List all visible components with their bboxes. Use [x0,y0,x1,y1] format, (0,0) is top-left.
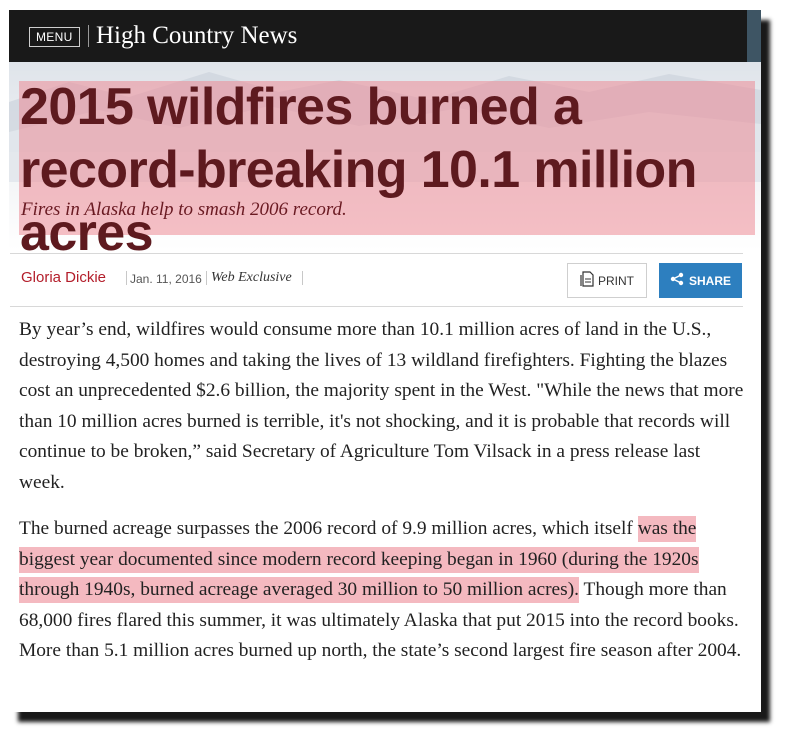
print-button[interactable]: PRINT [567,263,647,298]
edge-tab [747,10,761,62]
menu-button[interactable]: MENU [29,27,80,47]
article-headline: 2015 wildfires burned a record-breaking … [20,78,697,262]
site-title[interactable]: High Country News [96,21,297,51]
site-header: MENU High Country News [9,10,761,62]
share-label: SHARE [688,273,731,288]
publish-date: Jan. 11, 2016 [130,272,202,286]
byline-separator [126,271,127,285]
print-label: PRINT [598,273,634,288]
share-button[interactable]: SHARE [659,263,742,298]
byline-top-rule [10,253,743,254]
author-link[interactable]: Gloria Dickie [21,268,106,288]
share-icon [670,272,684,289]
document-icon [580,271,594,290]
byline-separator [302,271,303,285]
article-paragraph: The burned acreage surpasses the 2006 re… [19,514,747,667]
byline-separator [206,271,207,285]
byline-bottom-rule [10,306,743,307]
section-label: Web Exclusive [211,270,292,285]
paragraph-text: The burned acreage surpasses the 2006 re… [19,518,638,539]
article-subhead: Fires in Alaska help to smash 2006 recor… [21,199,347,220]
article-paragraph: By year’s end, wildfires would consume m… [19,319,744,493]
header-divider [88,25,89,47]
